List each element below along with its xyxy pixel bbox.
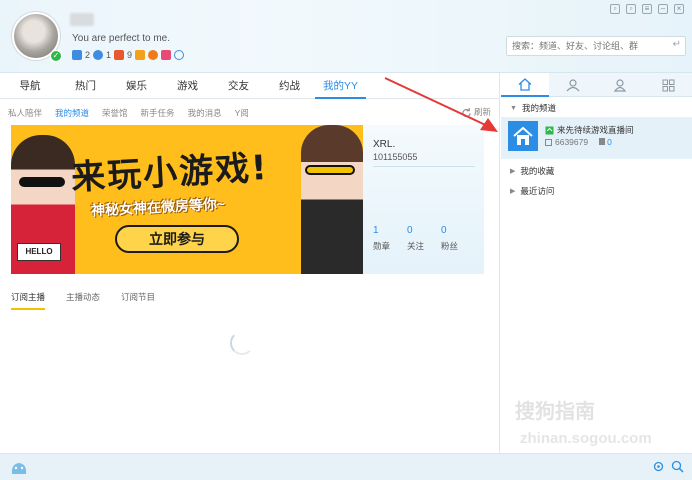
- footer-bar: [0, 453, 692, 480]
- nav-item-my-yy[interactable]: 我的YY: [315, 73, 366, 99]
- promo-banner[interactable]: HELLO 来玩小游戏! 神秘女神在微房等你~ 立即参与: [11, 125, 363, 274]
- profile-id: 101155055: [373, 152, 418, 162]
- close-icon[interactable]: ×: [674, 4, 684, 14]
- content-tabs: 订阅主播 主播动态 订阅节目: [11, 291, 176, 310]
- online-count-value: 0: [607, 137, 612, 147]
- channel-type-icon: [545, 126, 554, 134]
- username-blurred: [70, 13, 94, 26]
- banner-girl-right-image: [301, 125, 363, 274]
- tab-host-updates[interactable]: 主播动态: [66, 291, 100, 310]
- search-box: ↵: [506, 36, 686, 56]
- watermark-text: 搜狗指南: [515, 401, 595, 423]
- search-icon[interactable]: [671, 460, 684, 473]
- banner-title: 来玩小游戏!: [70, 147, 270, 199]
- channel-meta: 6639679 0: [545, 137, 612, 147]
- heart-icon[interactable]: [93, 50, 104, 60]
- banner-girl-left-image: HELLO: [11, 135, 75, 274]
- nav-item-battle[interactable]: 约战: [264, 73, 315, 99]
- crown-icon[interactable]: [148, 50, 159, 60]
- window-controls: ▫ ▫ ≡ – ×: [610, 4, 684, 14]
- channel-list-item[interactable]: 来先待续游戏直播间 6639679 0: [501, 117, 692, 159]
- my-favorites-section[interactable]: ▶ 我的收藏: [510, 165, 554, 177]
- nav-item-games[interactable]: 游戏: [162, 73, 213, 99]
- skin-icon[interactable]: ▫: [610, 4, 620, 14]
- banner-subtitle: 神秘女神在微房等你~: [90, 195, 226, 219]
- contact-icon[interactable]: [549, 73, 597, 97]
- subnav-newbie-tasks[interactable]: 新手任务: [141, 107, 175, 119]
- heart-count: 1: [106, 50, 112, 60]
- eye-icon[interactable]: [174, 50, 185, 60]
- my-channel-label: 我的频道: [521, 103, 556, 113]
- chevron-down-icon: ▼: [510, 104, 517, 112]
- nav-item-hot[interactable]: 热门: [60, 73, 111, 99]
- stat-following-label: 关注: [407, 241, 425, 251]
- settings-icon[interactable]: ≡: [642, 4, 652, 14]
- profile-card: XRL. 101155055 1 0 0 勋章 关注 粉丝: [363, 125, 484, 274]
- annotation-arrow-icon: [384, 77, 498, 132]
- subnav-my-channel[interactable]: 我的频道: [55, 107, 89, 119]
- medal-icon[interactable]: [72, 50, 82, 60]
- tab-subscribed-hosts[interactable]: 订阅主播: [11, 291, 46, 310]
- loading-spinner-icon: [230, 331, 254, 355]
- tab-subscribed-shows[interactable]: 订阅节目: [121, 291, 155, 310]
- header: ✓ You are perfect to me. 2 1 9 ▫ ▫ ≡ – ×…: [0, 0, 692, 73]
- stat-fans-label: 粉丝: [441, 241, 459, 251]
- mascot-icon[interactable]: [10, 460, 28, 479]
- nav-item-guide[interactable]: 导航: [0, 73, 60, 99]
- subnav-y-read[interactable]: Y阅: [235, 107, 249, 119]
- level-count: 9: [127, 50, 133, 60]
- nav-item-entertainment[interactable]: 娱乐: [111, 73, 162, 99]
- badge-row: 2 1 9: [72, 50, 185, 60]
- id-icon: [545, 138, 552, 146]
- subnav-honor[interactable]: 荣誉馆: [102, 107, 128, 119]
- enter-icon[interactable]: ↵: [673, 39, 681, 50]
- subnav-private[interactable]: 私人陪伴: [8, 107, 42, 119]
- profile-name: XRL.: [373, 139, 396, 150]
- message-icon[interactable]: ▫: [626, 4, 636, 14]
- online-count: 0: [599, 137, 612, 147]
- signature-text[interactable]: You are perfect to me.: [72, 33, 170, 44]
- channel-thumbnail-icon: [508, 121, 538, 151]
- recent-visits-section[interactable]: ▶ 最近访问: [510, 185, 554, 197]
- channel-id: 6639679: [555, 137, 589, 147]
- nav-item-social[interactable]: 交友: [213, 73, 264, 99]
- footer-actions: [652, 460, 684, 473]
- vip-icon[interactable]: [135, 50, 146, 60]
- side-tabs: [501, 73, 692, 97]
- minimize-icon[interactable]: –: [658, 4, 668, 14]
- medal-count: 2: [85, 50, 91, 60]
- gear-icon[interactable]: [652, 460, 665, 473]
- level-icon[interactable]: [114, 50, 125, 60]
- search-input[interactable]: [507, 37, 657, 55]
- stat-following-value[interactable]: 0: [407, 225, 413, 236]
- hello-sign: HELLO: [17, 243, 61, 261]
- channel-name: 来先待续游戏直播间: [557, 125, 634, 135]
- join-now-button[interactable]: 立即参与: [115, 225, 239, 253]
- user-count-icon: [599, 138, 606, 145]
- chevron-right-icon: ▶: [510, 188, 516, 195]
- stat-fans-value[interactable]: 0: [441, 225, 447, 236]
- watermark-url: zhinan.sogou.com: [520, 430, 652, 447]
- subnav-my-messages[interactable]: 我的消息: [188, 107, 222, 119]
- stat-medals-value[interactable]: 1: [373, 225, 379, 236]
- recent-visits-label: 最近访问: [520, 186, 555, 196]
- divider: [373, 166, 475, 167]
- my-channel-section[interactable]: ▼ 我的频道: [510, 102, 556, 114]
- chevron-right-icon: ▶: [510, 168, 516, 175]
- channel-title: 来先待续游戏直播间: [545, 124, 634, 136]
- online-status-icon: ✓: [50, 50, 62, 62]
- group-icon[interactable]: [597, 73, 645, 97]
- apps-icon[interactable]: [644, 73, 692, 97]
- my-favorites-label: 我的收藏: [520, 166, 555, 176]
- diamond-icon[interactable]: [161, 50, 172, 60]
- stat-medals-label: 勋章: [373, 241, 391, 251]
